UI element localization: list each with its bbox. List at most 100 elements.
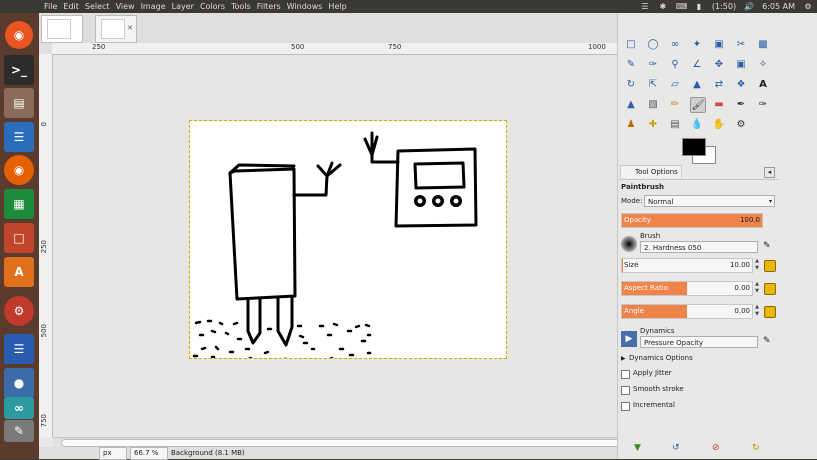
tab-tool-options[interactable]: Tool Options xyxy=(620,165,682,178)
unit-select[interactable]: px xyxy=(99,446,127,460)
canvas-area[interactable] xyxy=(53,55,645,437)
paintbrush-icon[interactable]: 🖌 xyxy=(690,97,706,113)
arduino-icon[interactable]: ∞ xyxy=(4,397,34,419)
menu-select[interactable]: Select xyxy=(82,0,113,13)
size-spinner[interactable]: ▲ ▼ xyxy=(754,258,760,273)
zoom-icon[interactable]: ⚲ xyxy=(668,57,682,71)
horizontal-ruler[interactable]: 250 500 750 1000 xyxy=(52,43,645,55)
blur-icon[interactable]: 💧 xyxy=(690,117,704,131)
spreadsheet-icon[interactable]: ▦ xyxy=(4,189,34,219)
bucket-fill-icon[interactable]: ▲ xyxy=(624,97,638,111)
color-swatches[interactable] xyxy=(682,138,718,164)
menu-tools[interactable]: Tools xyxy=(228,0,254,13)
gimp-icon[interactable]: ✎ xyxy=(4,420,34,442)
document-viewer-icon[interactable]: ☰ xyxy=(4,122,34,152)
edit-dynamics-icon[interactable]: ✎ xyxy=(763,336,771,346)
battery-time[interactable]: (1:50) xyxy=(712,2,736,11)
menu-edit[interactable]: Edit xyxy=(60,0,82,13)
dynamics-field[interactable]: Pressure Opacity xyxy=(640,336,758,348)
delete-options-icon[interactable]: ⊘ xyxy=(712,443,720,453)
opacity-value[interactable]: 100.0 xyxy=(740,216,760,224)
scale-icon[interactable]: ⇱ xyxy=(646,77,660,91)
size-value[interactable]: 10.00 xyxy=(730,261,750,269)
foreground-color[interactable] xyxy=(682,138,706,156)
software-center-icon[interactable]: A xyxy=(4,257,34,287)
aspect-ratio-value[interactable]: 0.00 xyxy=(734,284,750,292)
text-tool-icon[interactable]: A xyxy=(756,77,770,91)
perspective-clone-icon[interactable]: ▤ xyxy=(668,117,682,131)
menu-layer[interactable]: Layer xyxy=(169,0,197,13)
edit-brush-icon[interactable]: ✎ xyxy=(763,241,771,251)
dynamics-icon[interactable]: ▶ xyxy=(621,331,637,347)
measure-icon[interactable]: ∠ xyxy=(690,57,704,71)
heal-icon[interactable]: ✚ xyxy=(646,117,660,131)
presentation-icon[interactable]: □ xyxy=(4,223,34,253)
reset-aspect-ratio-icon[interactable] xyxy=(764,283,776,295)
tab-menu-icon[interactable]: ◂ xyxy=(764,167,775,178)
vertical-ruler[interactable]: 0 250 500 750 xyxy=(39,54,53,437)
aspect-ratio-slider[interactable]: Aspect Ratio 0.00 xyxy=(621,281,753,296)
text-editor-icon[interactable]: ☰ xyxy=(4,334,34,364)
clock[interactable]: 6:05 AM xyxy=(762,2,795,11)
menu-windows[interactable]: Windows xyxy=(284,0,326,13)
size-slider[interactable]: Size 10.00 xyxy=(621,258,753,273)
image-canvas[interactable] xyxy=(189,120,507,361)
pencil-icon[interactable]: ✏ xyxy=(668,97,682,111)
smooth-stroke-checkbox[interactable] xyxy=(621,386,630,395)
zoom-select[interactable]: 66.7 % xyxy=(130,446,168,460)
keyboard-icon[interactable]: ⌨ xyxy=(676,2,688,11)
battery-icon[interactable]: ▮ xyxy=(694,2,704,11)
ellipse-select-icon[interactable]: ◯ xyxy=(646,37,660,51)
save-options-icon[interactable]: ▼ xyxy=(634,443,641,453)
python-icon[interactable]: ● xyxy=(4,368,34,398)
perspective-icon[interactable]: ▲ xyxy=(690,77,704,91)
terminal-icon[interactable]: >_ xyxy=(4,55,34,85)
menu-image[interactable]: Image xyxy=(138,0,169,13)
mode-select[interactable]: Normal ▾ xyxy=(644,195,775,207)
dynamics-options-expander[interactable]: Dynamics Options xyxy=(629,354,693,362)
foreground-select-icon[interactable]: ▩ xyxy=(756,37,770,51)
bluetooth-icon[interactable]: ✱ xyxy=(658,2,668,11)
color-select-icon[interactable]: ▣ xyxy=(712,37,726,51)
close-icon[interactable]: ✕ xyxy=(127,24,133,32)
angle-value[interactable]: 0.00 xyxy=(734,307,750,315)
menu-colors[interactable]: Colors xyxy=(197,0,228,13)
reset-size-icon[interactable] xyxy=(764,260,776,272)
color-picker-icon[interactable]: ✑ xyxy=(646,57,660,71)
paths-icon[interactable]: ✎ xyxy=(624,57,638,71)
wifi-icon[interactable]: ☰ xyxy=(640,2,650,11)
brush-preview[interactable] xyxy=(621,236,637,252)
firefox-icon[interactable]: ◉ xyxy=(4,155,34,185)
volume-icon[interactable]: 🔊 xyxy=(744,2,754,11)
menu-filters[interactable]: Filters xyxy=(254,0,284,13)
gear-icon[interactable]: ⚙ xyxy=(803,2,813,11)
image-tab[interactable]: ✕ xyxy=(95,15,137,43)
fuzzy-select-icon[interactable]: ✦ xyxy=(690,37,704,51)
menu-help[interactable]: Help xyxy=(325,0,349,13)
airbrush-icon[interactable]: ✒ xyxy=(734,97,748,111)
move-icon[interactable]: ✥ xyxy=(712,57,726,71)
ubuntu-dash-icon[interactable]: ◉ xyxy=(5,21,33,49)
blend-icon[interactable]: ▧ xyxy=(646,97,660,111)
menu-view[interactable]: View xyxy=(113,0,138,13)
align-icon[interactable]: ▣ xyxy=(734,57,748,71)
rotate-icon[interactable]: ↻ xyxy=(624,77,638,91)
eraser-icon[interactable]: ▬ xyxy=(712,97,726,111)
reset-angle-icon[interactable] xyxy=(764,306,776,318)
image-tab-active[interactable] xyxy=(41,15,83,43)
angle-spinner[interactable]: ▲ ▼ xyxy=(754,304,760,319)
clone-icon[interactable]: ♟ xyxy=(624,117,638,131)
restore-options-icon[interactable]: ↺ xyxy=(672,443,680,453)
angle-slider[interactable]: Angle 0.00 xyxy=(621,304,753,319)
reset-options-icon[interactable]: ↻ xyxy=(752,443,760,453)
flip-icon[interactable]: ⇄ xyxy=(712,77,726,91)
scissors-select-icon[interactable]: ✂ xyxy=(734,37,748,51)
dodge-burn-icon[interactable]: ⚙ xyxy=(734,117,748,131)
ink-icon[interactable]: ✑ xyxy=(756,97,770,111)
cage-transform-icon[interactable]: ❖ xyxy=(734,77,748,91)
brush-field[interactable]: 2. Hardness 050 xyxy=(640,241,758,253)
incremental-checkbox[interactable] xyxy=(621,402,630,411)
system-settings-icon[interactable]: ⚙ xyxy=(4,296,34,326)
menu-file[interactable]: File xyxy=(41,0,60,13)
apply-jitter-checkbox[interactable] xyxy=(621,370,630,379)
